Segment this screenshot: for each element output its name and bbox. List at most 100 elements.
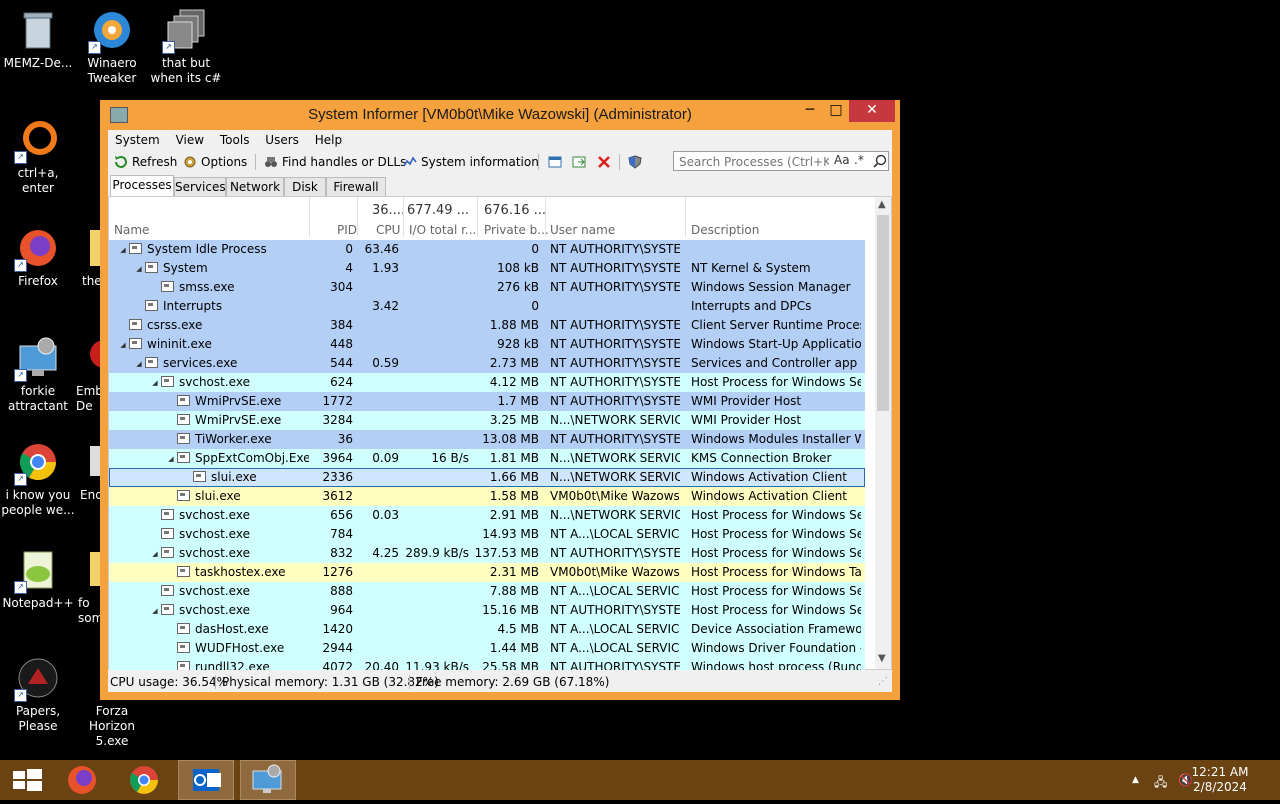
desktop-icon-that-but[interactable]: ↗ that but when its c# [148,8,224,86]
desktop-icon-ctrl-a[interactable]: ↗ ctrl+a, enter [0,118,76,196]
resize-grip-icon[interactable]: ⋰ [878,672,888,692]
column-divider[interactable] [309,197,310,237]
expand-toggle-icon[interactable]: ◢ [119,241,127,260]
menu-help[interactable]: Help [309,130,348,147]
process-row[interactable]: Interrupts 3.42 0 Interrupts and DPCs [109,297,865,316]
process-row[interactable]: dasHost.exe 1420 4.5 MB NT A...\LOCAL SERVI… [109,620,865,639]
expand-toggle-icon[interactable]: ◢ [135,260,143,279]
process-row[interactable]: svchost.exe 784 14.93 MB NT A...\LOCAL SERV… [109,525,865,544]
cell-user: NT AUTHORITY\SYSTEM [550,432,680,446]
desktop-icon-forkie[interactable]: ↗ forkie attractant [0,336,76,414]
column-divider[interactable] [685,197,686,237]
menu-bar: System View Tools Users Help [108,130,892,150]
tab-services[interactable]: Services [174,177,226,196]
menu-tools[interactable]: Tools [214,130,256,147]
expand-toggle-icon[interactable]: ◢ [151,374,159,393]
taskbar-system-informer[interactable] [240,760,296,800]
column-private[interactable]: Private b... [484,223,549,237]
terminate-button[interactable] [597,154,615,170]
process-row[interactable]: TiWorker.exe 36 13.08 MB NT AUTHORITY\SYSTE… [109,430,865,449]
process-row[interactable]: ◢ svchost.exe 964 15.16 MB NT AUTHORITY\SYST… [109,601,865,620]
menu-view[interactable]: View [170,130,210,147]
expand-toggle-icon[interactable]: ◢ [151,545,159,564]
taskbar-outlook[interactable] [178,760,234,800]
taskbar-firefox[interactable] [54,760,110,800]
process-row[interactable]: ◢ wininit.exe 448 928 kB NT AUTHORITY\SYSTEM… [109,335,865,354]
column-user[interactable]: User name [550,223,615,237]
process-row[interactable]: rundll32.exe 4072 20.40 11.93 kB/s 25.58 MB N… [109,658,865,670]
process-row[interactable]: WUDFHost.exe 2944 1.44 MB NT A...\LOCAL SER… [109,639,865,658]
column-io[interactable]: I/O total r... [409,223,476,237]
process-row[interactable]: ◢ System Idle Process 0 63.46 0 NT AUTHORITY\… [109,240,865,259]
process-row[interactable]: WmiPrvSE.exe 1772 1.7 MB NT AUTHORITY\SYSTE… [109,392,865,411]
scroll-up-icon[interactable]: ▲ [878,199,886,210]
cell-pid: 656 [330,508,353,522]
options-button[interactable]: Options [183,154,247,170]
process-row[interactable]: ◢ services.exe 544 0.59 2.73 MB NT AUTHORITY\… [109,354,865,373]
search-input[interactable] [677,153,831,171]
column-pid[interactable]: PID [337,223,357,237]
column-name[interactable]: Name [114,223,149,237]
tray-overflow-icon[interactable]: ▲ [1132,775,1139,785]
find-handles-button[interactable]: Find handles or DLLs [264,154,406,170]
menu-system[interactable]: System [109,130,166,147]
refresh-button[interactable]: Refresh [114,154,177,170]
regex-toggle[interactable]: .* [854,153,864,167]
maximize-button[interactable]: □ [823,100,849,122]
column-cpu[interactable]: CPU [376,223,400,237]
process-row[interactable]: slui.exe 3612 1.58 MB VM0b0t\Mike Wazowski W… [109,487,865,506]
search-icon[interactable] [873,154,887,168]
process-row[interactable]: svchost.exe 888 7.88 MB NT A...\LOCAL SERVI… [109,582,865,601]
taskbar-chrome[interactable] [116,760,172,800]
expand-toggle-icon[interactable]: ◢ [135,355,143,374]
column-divider[interactable] [545,197,546,237]
window-arrow-button[interactable] [572,154,590,170]
toolbar: Refresh Options Find handles or DLLs Sys… [108,151,892,173]
menu-users[interactable]: Users [259,130,305,147]
cell-name: ◢ svchost.exe [109,601,309,621]
desktop-icon-papers-please[interactable]: ↗ Papers, Please [0,656,76,734]
process-row[interactable]: svchost.exe 656 0.03 2.91 MB N...\NETWORK SE… [109,506,865,525]
process-name: System [163,261,208,275]
desktop-icon-winaero[interactable]: ↗ Winaero Tweaker [74,8,150,86]
process-row[interactable]: ◢ System 4 1.93 108 kB NT AUTHORITY\SYSTEM NT … [109,259,865,278]
shield-button[interactable] [628,154,646,170]
tab-firewall[interactable]: Firewall [326,177,386,196]
process-row[interactable]: smss.exe 304 276 kB NT AUTHORITY\SYSTEM Wind… [109,278,865,297]
system-information-button[interactable]: System information [403,154,539,170]
start-button[interactable] [0,760,56,800]
network-icon[interactable]: 🖧 [1154,773,1167,794]
process-row[interactable]: ◢ SppExtComObj.Exe 3964 0.09 16 B/s 1.81 MB N.… [109,449,865,468]
desktop-icon-memz[interactable]: MEMZ-De... [0,8,76,71]
scroll-thumb[interactable] [877,215,889,411]
minimize-button[interactable]: ─ [797,100,823,122]
scroll-down-icon[interactable]: ▼ [878,653,886,664]
column-divider[interactable] [477,197,478,237]
desktop-icon-chrome[interactable]: ↗ i know you people we... [0,440,76,518]
tab-processes[interactable]: Processes [110,175,174,197]
column-divider[interactable] [403,197,404,237]
process-row[interactable]: ◢ svchost.exe 832 4.25 289.9 kB/s 137.53 MB NT… [109,544,865,563]
column-divider[interactable] [357,197,358,237]
desktop-icon-firefox[interactable]: ↗ Firefox [0,226,76,289]
expand-toggle-icon[interactable]: ◢ [167,450,175,469]
tab-network[interactable]: Network [226,177,284,196]
cell-user: N...\NETWORK SERVICE [550,413,680,427]
title-bar[interactable]: System Informer [VM0b0t\Mike Wazowski] (… [100,100,900,130]
column-description[interactable]: Description [691,223,759,237]
process-row[interactable]: csrss.exe 384 1.88 MB NT AUTHORITY\SYSTEM Cl… [109,316,865,335]
desktop-icon-notepadpp[interactable]: ↗ Notepad++ [0,548,76,611]
expand-toggle-icon[interactable]: ◢ [119,336,127,355]
tab-disk[interactable]: Disk [284,177,326,196]
close-button[interactable]: ✕ [849,100,895,122]
wmi-icon [177,414,190,425]
expand-toggle-icon[interactable]: ◢ [151,602,159,621]
process-row[interactable]: taskhostex.exe 1276 2.31 MB VM0b0t\Mike Waz… [109,563,865,582]
match-case-toggle[interactable]: Aa [834,153,850,167]
clock[interactable]: 12:21 AM 2/8/2024 [1190,765,1250,795]
process-row[interactable]: slui.exe 2336 1.66 MB N...\NETWORK SERVICE W… [109,468,865,487]
process-row[interactable]: ◢ svchost.exe 624 4.12 MB NT AUTHORITY\SYSTE… [109,373,865,392]
vertical-scrollbar[interactable]: ▲ ▼ [875,197,891,669]
window-icon-button[interactable] [548,154,566,170]
process-row[interactable]: WmiPrvSE.exe 3284 3.25 MB N...\NETWORK SERV… [109,411,865,430]
